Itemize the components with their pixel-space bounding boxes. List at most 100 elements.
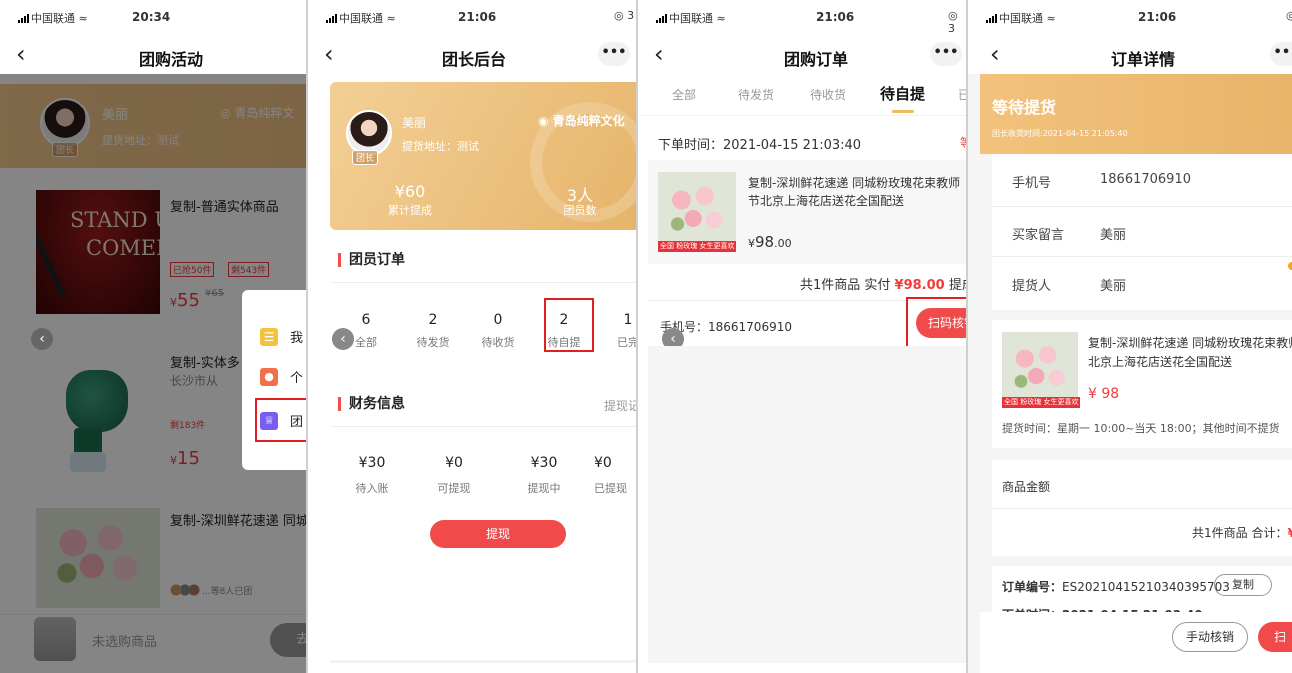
product-price: ¥98.00 bbox=[748, 233, 792, 251]
copy-button[interactable]: 复制 bbox=[1214, 574, 1272, 596]
section-title-finance: 财务信息 bbox=[338, 397, 405, 411]
battery: ◎ bbox=[1286, 9, 1292, 22]
leader-card: 团长 美丽 提货地址：测试 ◉ 青岛纯粹文化 ¥60 累计提成 3人 团员数 bbox=[330, 82, 636, 230]
nav-bar: ‹ 团购订单 ••• bbox=[638, 38, 966, 74]
order-number: 订单编号：ES20210415210340395703 bbox=[1002, 580, 1230, 594]
banner-subtitle: 团长收货时间:2021-04-15 21:05:40 bbox=[992, 129, 1128, 138]
nav-bar: ‹ 订单详情 ••• bbox=[968, 38, 1292, 74]
pickup-person: 美丽 bbox=[1100, 279, 1127, 294]
tab-indicator bbox=[892, 110, 914, 113]
wifi-icon: ≈ bbox=[716, 12, 726, 25]
location-pin-icon: ◉ bbox=[538, 114, 549, 128]
page-title: 订单详情 bbox=[1110, 50, 1175, 69]
clock: 21:06 bbox=[458, 10, 497, 24]
order-tabs: 全部 待发货 待收货 待自提 已 bbox=[638, 74, 966, 116]
tab-all[interactable]: 全部 bbox=[672, 86, 696, 103]
status-banner: 等待提货 团长收货时间:2021-04-15 21:05:40 bbox=[980, 74, 1292, 154]
page-title: 团购活动 bbox=[138, 50, 203, 69]
divider bbox=[992, 508, 1292, 509]
more-dots-icon[interactable]: ••• bbox=[930, 42, 962, 66]
product-image: 全国 粉玫瑰 女生更喜欢 bbox=[1002, 332, 1081, 408]
scan-verify-button[interactable]: 扫 bbox=[1258, 622, 1292, 652]
highlight-box bbox=[255, 398, 306, 442]
info-label: 买家留言 bbox=[1012, 228, 1065, 243]
menu-label: 个 bbox=[290, 371, 304, 386]
screen-group-orders: 中国联通 ≈ 21:06 ◎ 3 ‹ 团购订单 ••• 全部 待发货 待收货 待… bbox=[636, 0, 966, 673]
withdraw-button[interactable]: 提现 bbox=[430, 520, 566, 548]
nav-bar: ‹ 团购活动 bbox=[0, 38, 306, 74]
divider bbox=[330, 426, 636, 427]
tab-to-pickup[interactable]: 待自提 bbox=[880, 83, 925, 104]
wifi-icon: ≈ bbox=[78, 12, 88, 25]
chevron-left-icon[interactable]: ‹ bbox=[31, 328, 53, 350]
clock: 21:06 bbox=[1138, 10, 1177, 24]
screen-leader-dashboard: 中国联通 ≈ 21:06 ◎ 3 ‹ 团长后台 ••• 团长 美丽 提货地址：测… bbox=[306, 0, 636, 673]
product-price: ¥ 98 bbox=[1088, 386, 1120, 402]
wifi-icon: ≈ bbox=[1046, 12, 1056, 25]
carrier: 中国联通 ≈ bbox=[986, 10, 1056, 26]
summary-label: 累计提成 bbox=[388, 204, 432, 217]
manual-verify-button[interactable]: 手动核销 bbox=[1172, 622, 1248, 652]
buyer-message: 美丽 bbox=[1100, 228, 1127, 243]
carrier: 中国联通 ≈ bbox=[326, 10, 396, 26]
summary-value: ¥60 bbox=[394, 182, 426, 201]
screen-order-detail: 中国联通 ≈ 21:06 ◎ ‹ 订单详情 ••• 等待提货 团长收货时间:20… bbox=[966, 0, 1292, 673]
carrier: 中国联通 ≈ bbox=[656, 10, 726, 26]
divider bbox=[992, 256, 1292, 257]
order-summary: 共1件商品 实付 ¥98.00 提成 bbox=[800, 278, 966, 293]
signal-icon bbox=[18, 14, 29, 23]
battery: ◎ 3 bbox=[614, 9, 635, 22]
banner-title: 等待提货 bbox=[992, 98, 1057, 117]
highlight-box bbox=[906, 297, 966, 351]
status-bar: 中国联通 ≈ 20:34 bbox=[0, 0, 306, 38]
phone-value: 18661706910 bbox=[1100, 172, 1191, 187]
nav-bar: ‹ 团长后台 ••• bbox=[308, 38, 636, 74]
status-bar: 中国联通 ≈ 21:06 ◎ bbox=[968, 0, 1292, 38]
pickup-time: 提货时间：星期一 10:00~当天 18:00；其他时间不提货 bbox=[1002, 422, 1280, 435]
battery: ◎ 3 bbox=[948, 9, 958, 35]
amount-card: 商品金额 ¥ 共1件商品 合计：¥ bbox=[992, 460, 1292, 556]
pickup-address: 提货地址：测试 bbox=[402, 140, 479, 153]
person-icon: ● bbox=[260, 368, 278, 386]
menu-item-profile[interactable]: ● 个 bbox=[260, 366, 306, 390]
tab-to-receive[interactable]: 待收货 bbox=[810, 86, 846, 103]
status-bar: 中国联通 ≈ 21:06 ◎ 3 bbox=[308, 0, 636, 38]
more-dots-icon[interactable]: ••• bbox=[1270, 42, 1292, 66]
page-title: 团购订单 bbox=[783, 50, 848, 69]
tab-done[interactable]: 已 bbox=[958, 86, 966, 103]
order-time: 下单时间：2021-04-15 21:03:40 bbox=[658, 138, 862, 153]
status-bar: 中国联通 ≈ 21:06 ◎ 3 bbox=[638, 0, 966, 38]
product-title: 复制-深圳鲜花速递 同城粉玫瑰花束教师节北京上海花店送花全国配送 bbox=[748, 176, 961, 208]
leader-tag: 团长 bbox=[352, 150, 379, 165]
float-dot bbox=[1288, 262, 1292, 270]
info-label: 提货人 bbox=[1012, 279, 1052, 294]
product-card[interactable]: 全国 粉玫瑰 女生更喜欢 复制-深圳鲜花速递 同城粉玫瑰花束教师节北京上海花店送… bbox=[992, 320, 1292, 448]
order-total: 共1件商品 合计：¥ bbox=[1192, 526, 1292, 540]
signal-icon bbox=[326, 14, 337, 23]
divider bbox=[330, 282, 636, 283]
clock: 21:06 bbox=[816, 10, 855, 24]
withdraw-history-link[interactable]: 提现记 bbox=[604, 397, 636, 414]
menu-label: 我 bbox=[290, 331, 304, 346]
leader-location[interactable]: ◉ 青岛纯粹文化 bbox=[538, 112, 625, 129]
page-title: 团长后台 bbox=[441, 50, 506, 69]
carrier: 中国联通 ≈ bbox=[18, 10, 88, 26]
product-image: 全国 粉玫瑰 女生更喜欢 bbox=[658, 172, 737, 252]
menu-item-orders[interactable]: ☰ 我 bbox=[260, 326, 306, 350]
divider bbox=[330, 660, 636, 663]
chevron-left-icon[interactable]: ‹ bbox=[332, 328, 354, 350]
info-card: 手机号 18661706910 买家留言 美丽 提货人 美丽 bbox=[992, 154, 1292, 310]
tab-to-ship[interactable]: 待发货 bbox=[738, 86, 774, 103]
wifi-icon: ≈ bbox=[386, 12, 396, 25]
summary-label: 团员数 bbox=[563, 204, 597, 217]
product-title: 复制-深圳鲜花速递 同城粉玫瑰花束教师节北京上海花店送花全国配送 bbox=[1088, 336, 1292, 369]
more-dots-icon[interactable]: ••• bbox=[598, 42, 630, 66]
highlight-box bbox=[544, 298, 594, 352]
bottom-action-bar: 手动核销 扫 bbox=[980, 612, 1292, 673]
leader-name: 美丽 bbox=[402, 116, 427, 130]
page-background bbox=[648, 346, 966, 663]
info-label: 手机号 bbox=[1012, 176, 1052, 191]
signal-icon bbox=[656, 14, 667, 23]
amount-label: 商品金额 bbox=[1002, 480, 1051, 494]
section-title-orders: 团员订单 bbox=[338, 253, 405, 267]
